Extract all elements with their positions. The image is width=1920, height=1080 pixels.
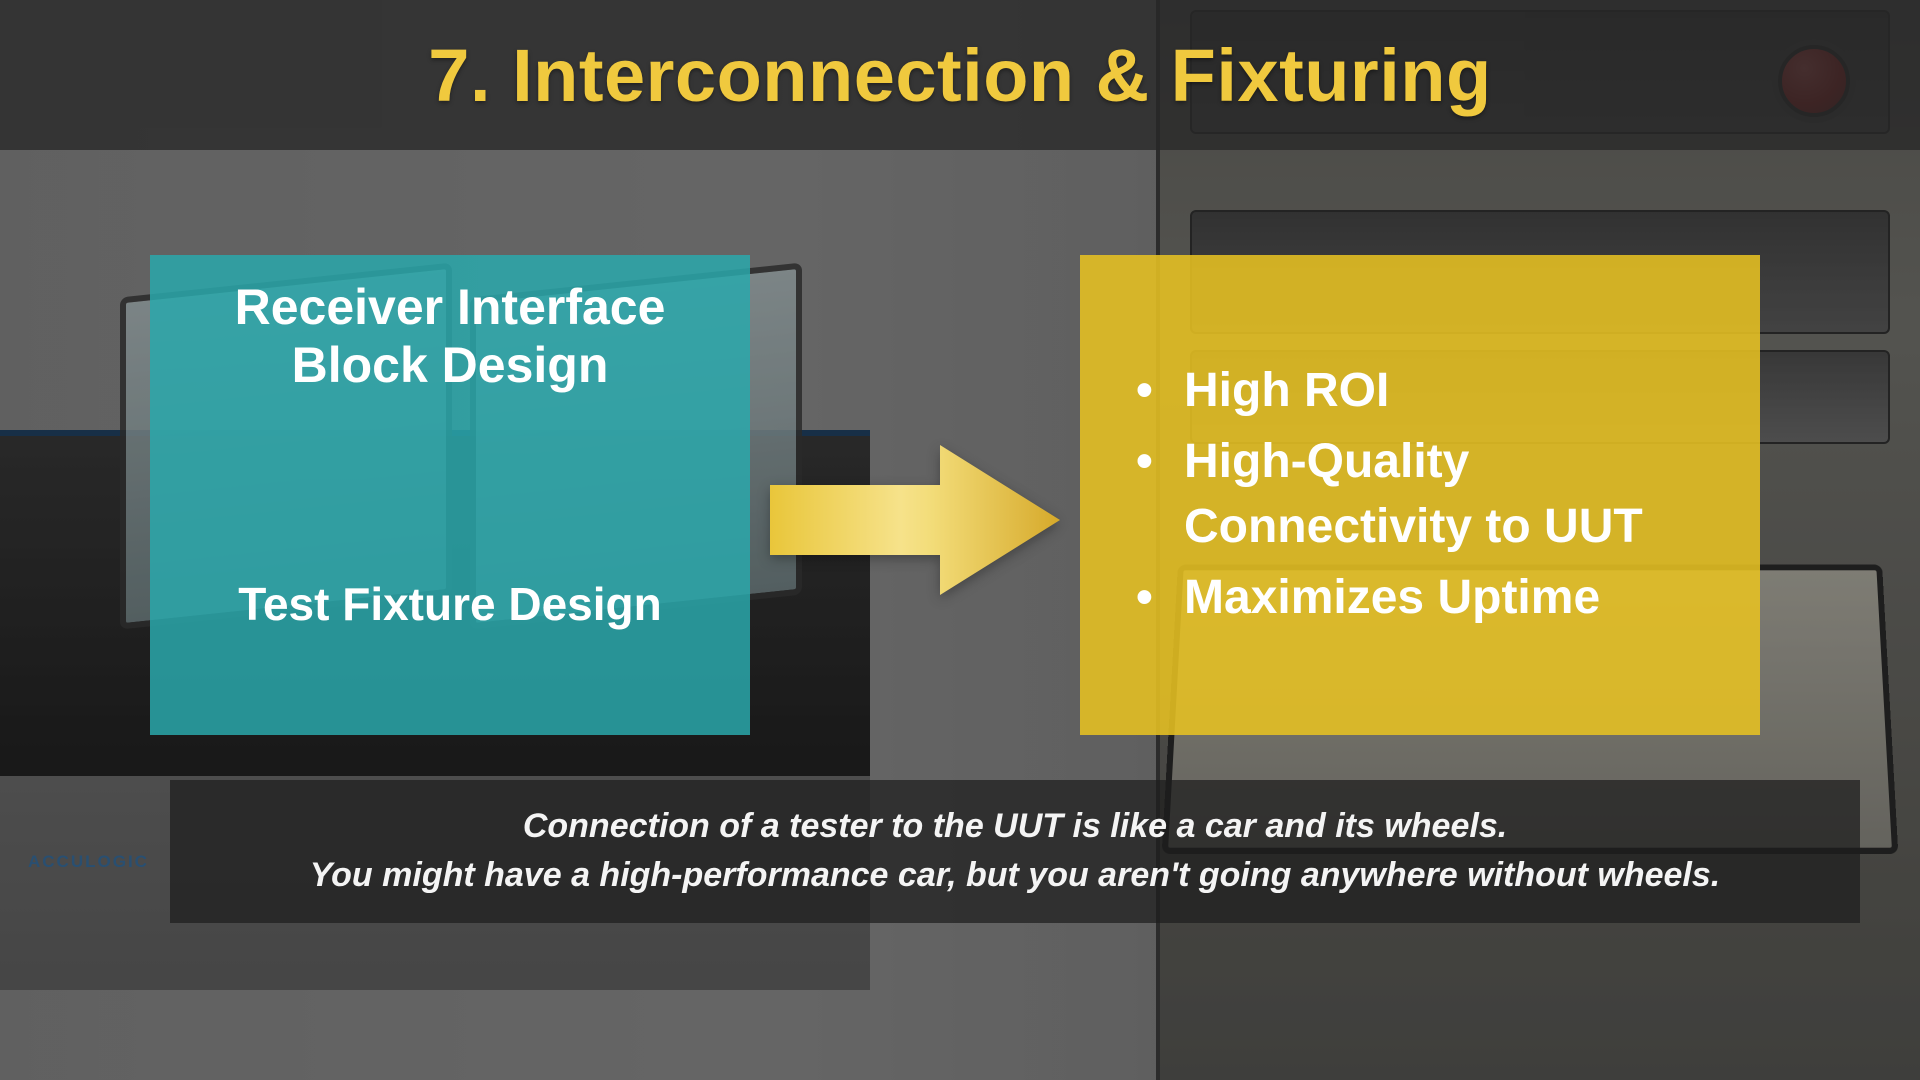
left-panel-heading: Receiver Interface Block Design <box>170 279 730 394</box>
left-panel: Receiver Interface Block Design Test Fix… <box>150 255 750 735</box>
caption-line: Connection of a tester to the UUT is lik… <box>523 807 1507 845</box>
benefits-list: High ROI High-Quality Connectivity to UU… <box>1136 353 1714 636</box>
list-item: High-Quality Connectivity to UUT <box>1136 430 1714 560</box>
slide-title: 7. Interconnection & Fixturing <box>428 33 1491 118</box>
left-panel-subheading: Test Fixture Design <box>170 577 730 631</box>
heading-line: Receiver Interface <box>235 279 666 335</box>
arrow-icon <box>770 440 1060 600</box>
caption-line: You might have a high-performance car, b… <box>310 856 1721 894</box>
title-bar: 7. Interconnection & Fixturing <box>0 0 1920 150</box>
list-item: Maximizes Uptime <box>1136 566 1714 631</box>
list-item: High ROI <box>1136 359 1714 424</box>
right-panel: High ROI High-Quality Connectivity to UU… <box>1080 255 1760 735</box>
heading-line: Block Design <box>292 337 609 393</box>
caption-strip: Connection of a tester to the UUT is lik… <box>170 780 1860 923</box>
